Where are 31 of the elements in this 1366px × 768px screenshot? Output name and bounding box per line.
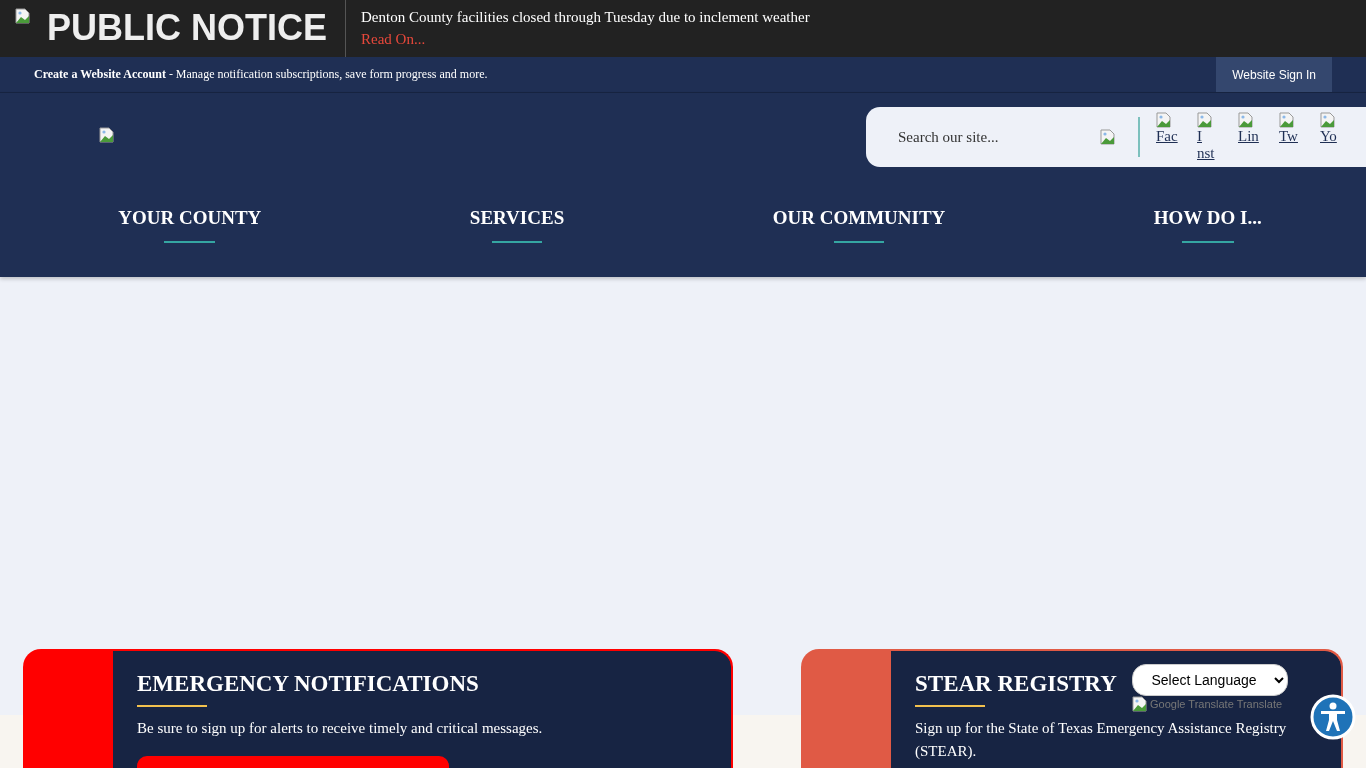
accessibility-icon[interactable] (1310, 694, 1356, 740)
search-field[interactable]: Search our site... (896, 127, 1090, 147)
broken-image-icon (1197, 112, 1213, 128)
card-title: STEAR REGISTRY (915, 671, 1117, 697)
social-link[interactable]: Yo (1320, 112, 1346, 145)
broken-image-icon (1132, 696, 1148, 712)
read-on-link[interactable]: Read On... (361, 28, 426, 50)
translate-credit: Google Translate Translate (1150, 698, 1283, 710)
social-link[interactable]: Fac (1156, 112, 1182, 145)
notice-title: PUBLIC NOTICE (47, 8, 327, 48)
nav-link[interactable]: YOUR COUNTY (118, 207, 262, 243)
broken-image-icon (1238, 112, 1254, 128)
search-icon[interactable] (1100, 129, 1116, 145)
account-message: Create a Website Account - Manage notification subscriptions, save form progress and more. (34, 67, 488, 82)
broken-image-icon (1156, 112, 1172, 128)
broken-image-icon (15, 8, 31, 24)
notice-message: Denton County facilities closed through Tuesday due to inclement weather (361, 8, 810, 27)
card-title: EMERGENCY NOTIFICATIONS (137, 671, 479, 697)
social-link[interactable]: Lin (1238, 112, 1264, 145)
broken-image-icon[interactable] (99, 127, 115, 143)
card-text: Be sure to sign up for alerts to receive timely and critical messages. (137, 719, 544, 738)
nav-link[interactable]: OUR COMMUNITY (772, 207, 946, 243)
language-select[interactable]: Select Language (1132, 664, 1288, 696)
social-link[interactable]: Tw (1279, 112, 1305, 145)
sign-in-button[interactable]: Website Sign In (1216, 57, 1332, 92)
nav-link[interactable]: HOW DO I... (1153, 207, 1262, 243)
social-link[interactable]: I nst (1197, 112, 1223, 162)
card-text: Sign up for the State of Texas Emergency Assistance Registry (STEAR). (915, 719, 1288, 761)
broken-image-icon (1279, 112, 1295, 128)
broken-image-icon (1320, 112, 1336, 128)
nav-link[interactable]: SERVICES (469, 207, 565, 243)
